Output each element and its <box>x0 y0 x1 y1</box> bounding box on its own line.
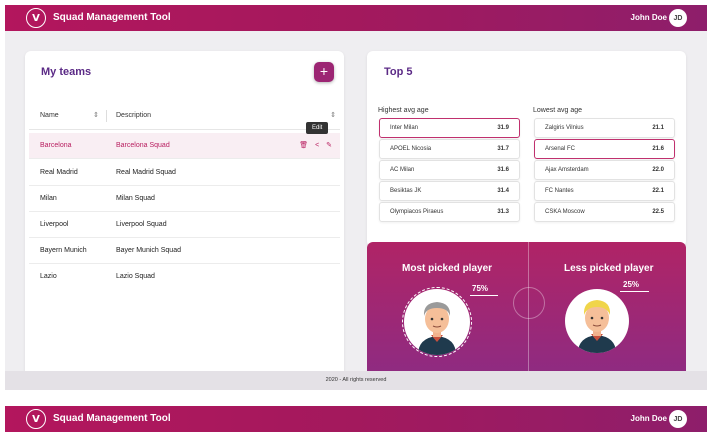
lowest-item[interactable]: CSKA Moscow 22.5 <box>534 202 675 222</box>
less-picked-title: Less picked player <box>564 263 654 274</box>
most-picked-avatar[interactable] <box>404 289 470 355</box>
team-name: Barcelona <box>40 142 72 149</box>
highest-item[interactable]: APOEL Nicosia 31.7 <box>379 139 520 159</box>
avg-age: 21.6 <box>652 146 664 152</box>
table-row[interactable]: Milan Milan Squad <box>29 186 340 212</box>
avg-age: 31.4 <box>497 188 509 194</box>
less-picked-avatar[interactable] <box>565 289 629 353</box>
picked-players-card: Most picked player 75% Less picked playe… <box>367 242 686 390</box>
avg-age: 31.9 <box>497 125 509 131</box>
logo-icon[interactable]: V <box>26 8 46 28</box>
top5-title: Top 5 <box>384 66 413 78</box>
team-description: Real Madrid Squad <box>116 169 176 176</box>
less-picked-percentage: 25% <box>623 280 640 289</box>
highest-item[interactable]: AC Milan 31.6 <box>379 160 520 180</box>
column-divider <box>106 110 107 122</box>
lowest-item[interactable]: Arsenal FC 21.6 <box>534 139 675 159</box>
team-name: Milan <box>40 195 57 202</box>
sort-icon[interactable]: ⇕ <box>330 111 336 119</box>
app-window: V Squad Management Tool John Doe JD My t… <box>5 5 707 390</box>
add-team-button[interactable]: + <box>314 62 334 82</box>
avg-age: 22.1 <box>652 188 664 194</box>
highest-avg-age-label: Highest avg age <box>378 107 429 114</box>
most-picked-percentage: 75% <box>472 284 489 293</box>
team-description: Lazio Squad <box>116 273 155 280</box>
avg-age: 21.1 <box>652 125 664 131</box>
avg-age: 31.7 <box>497 146 509 152</box>
user-avatar[interactable]: JD <box>669 9 687 27</box>
my-teams-title: My teams <box>41 66 92 78</box>
highest-item[interactable]: Besiktas JK 31.4 <box>379 181 520 201</box>
table-row[interactable]: Real Madrid Real Madrid Squad <box>29 160 340 186</box>
team-name: Inter Milan <box>390 125 419 131</box>
column-header-description[interactable]: Description <box>116 112 151 119</box>
top5-card: Top 5 Highest avg age Lowest avg age Int… <box>367 51 686 247</box>
avg-age: 22.0 <box>652 167 664 173</box>
column-header-name[interactable]: Name <box>40 112 59 119</box>
team-description: Barcelona Squad <box>116 142 170 149</box>
team-name: Arsenal FC <box>545 146 576 152</box>
my-teams-card: My teams + Name ⇕ Description ⇕ Barcelon… <box>25 51 344 381</box>
app-title: Squad Management Tool <box>53 12 171 23</box>
percentage-underline <box>620 291 649 292</box>
team-name: FC Nantes <box>545 188 574 194</box>
avg-age: 22.5 <box>652 209 664 215</box>
lowest-avg-age-label: Lowest avg age <box>533 107 583 114</box>
table-row[interactable]: Lazio Lazio Squad <box>29 264 340 290</box>
most-picked-title: Most picked player <box>402 263 493 274</box>
team-name: APOEL Nicosia <box>390 146 432 152</box>
team-description: Bayer Munich Squad <box>116 247 181 254</box>
user-avatar[interactable]: JD <box>669 410 687 428</box>
lowest-item[interactable]: Zalgiris Vilnius 21.1 <box>534 118 675 138</box>
table-header: Name ⇕ Description ⇕ <box>29 106 340 130</box>
table-row[interactable]: Liverpool Liverpool Squad <box>29 212 340 238</box>
avg-age: 31.3 <box>497 209 509 215</box>
highest-item[interactable]: Olympiacos Piraeus 31.3 <box>379 202 520 222</box>
team-name: Olympiacos Piraeus <box>390 209 444 215</box>
footer: 2020 - All rights reserved <box>5 371 707 390</box>
percentage-underline <box>470 295 498 296</box>
user-name[interactable]: John Doe <box>631 414 667 423</box>
old-player-avatar-icon <box>418 302 456 355</box>
user-name[interactable]: John Doe <box>631 13 667 22</box>
row-actions: 🗑 < ✎ <box>294 141 332 149</box>
highest-item[interactable]: Inter Milan 31.9 <box>379 118 520 138</box>
lowest-item[interactable]: FC Nantes 22.1 <box>534 181 675 201</box>
team-name: AC Milan <box>390 167 415 173</box>
team-name: Liverpool <box>40 221 69 228</box>
team-name: Lazio <box>40 273 57 280</box>
top-bar-duplicate: V Squad Management Tool John Doe JD <box>5 406 707 432</box>
sort-icon[interactable]: ⇕ <box>93 111 99 119</box>
team-name: CSKA Moscow <box>545 209 585 215</box>
team-description: Liverpool Squad <box>116 221 167 228</box>
table-row[interactable]: Barcelona Barcelona Squad 🗑 < ✎ <box>29 133 340 159</box>
share-icon[interactable]: < <box>315 142 319 149</box>
lowest-item[interactable]: Ajax Amsterdam 22.0 <box>534 160 675 180</box>
young-player-avatar-icon <box>578 300 616 353</box>
team-name: Bayern Munich <box>40 247 87 254</box>
team-description: Milan Squad <box>116 195 155 202</box>
team-name: Ajax Amsterdam <box>545 167 589 173</box>
team-name: Real Madrid <box>40 169 78 176</box>
avg-age: 31.6 <box>497 167 509 173</box>
logo-icon[interactable]: V <box>26 409 46 429</box>
edit-tooltip: Edit <box>306 122 329 134</box>
edit-icon[interactable]: ✎ <box>326 142 332 149</box>
table-row[interactable]: Bayern Munich Bayer Munich Squad <box>29 238 340 264</box>
field-center-circle <box>513 287 545 319</box>
top-bar: V Squad Management Tool John Doe JD <box>5 5 707 31</box>
team-name: Zalgiris Vilnius <box>545 125 584 131</box>
team-name: Besiktas JK <box>390 188 422 194</box>
delete-icon[interactable]: 🗑 <box>299 142 308 149</box>
app-title: Squad Management Tool <box>53 413 171 424</box>
